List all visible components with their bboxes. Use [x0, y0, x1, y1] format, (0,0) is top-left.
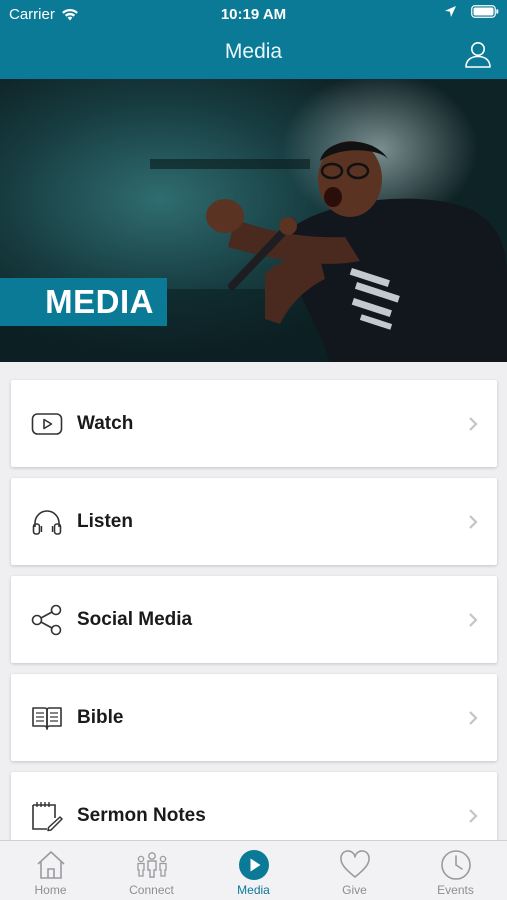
play-video-icon — [30, 407, 64, 441]
book-icon — [30, 701, 64, 735]
status-right — [444, 5, 499, 18]
menu-item-label: Listen — [77, 510, 133, 532]
chevron-right-icon — [469, 612, 478, 627]
menu-item-social-media[interactable]: Social Media — [11, 576, 497, 663]
tab-connect[interactable]: Connect — [101, 841, 202, 900]
hero-banner: MEDIA — [0, 79, 507, 362]
tab-label: Home — [34, 883, 67, 897]
clock-icon — [439, 848, 473, 882]
user-icon — [465, 42, 491, 68]
tab-media[interactable]: Media — [203, 841, 304, 900]
heart-icon — [338, 848, 372, 882]
play-circle-icon — [237, 848, 271, 882]
chevron-right-icon — [469, 416, 478, 431]
hero-badge: MEDIA — [0, 278, 167, 326]
tab-label: Events — [437, 883, 474, 897]
tab-events[interactable]: Events — [405, 841, 506, 900]
tab-label: Media — [237, 883, 270, 897]
status-time: 10:19 AM — [220, 6, 287, 23]
menu-item-label: Bible — [77, 706, 124, 728]
chevron-right-icon — [469, 808, 478, 823]
menu-item-label: Social Media — [77, 608, 193, 630]
status-bar: Carrier 10:19 AM — [0, 0, 507, 28]
tab-bar: Home Connect Media Give Events — [0, 840, 507, 900]
chevron-right-icon — [469, 710, 478, 725]
tab-label: Give — [342, 883, 367, 897]
tab-home[interactable]: Home — [0, 841, 101, 900]
page-title: Media — [224, 40, 283, 63]
menu-item-label: Watch — [77, 412, 134, 434]
menu-item-bible[interactable]: Bible — [11, 674, 497, 761]
headphones-icon — [30, 505, 64, 539]
tab-give[interactable]: Give — [304, 841, 405, 900]
share-icon — [30, 603, 64, 637]
notepad-icon — [30, 799, 64, 833]
chevron-right-icon — [469, 514, 478, 529]
tab-label: Connect — [129, 883, 174, 897]
battery-icon — [471, 5, 499, 18]
profile-button[interactable] — [463, 39, 493, 69]
people-icon — [135, 848, 169, 882]
home-icon — [34, 848, 68, 882]
header: Carrier 10:19 AM Media — [0, 0, 507, 79]
menu-item-label: Sermon Notes — [77, 804, 206, 826]
menu-item-watch[interactable]: Watch — [11, 380, 497, 467]
location-arrow-icon — [445, 6, 456, 17]
menu-item-listen[interactable]: Listen — [11, 478, 497, 565]
